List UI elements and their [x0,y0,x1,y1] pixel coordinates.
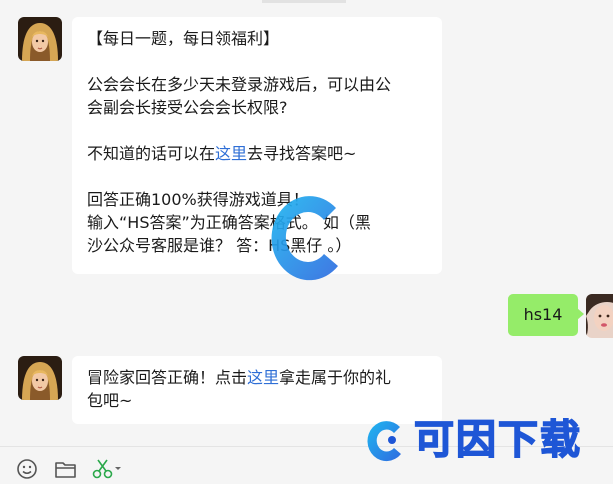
self-avatar[interactable] [586,294,613,338]
reward-line: 沙公众号客服是谁？ 答：HS黑仔 。） [87,236,352,255]
watermark-logo-icon [258,184,354,292]
result-line: 冒险家回答正确！点击这里拿走属于你的礼 [87,366,427,389]
reply-text: hs14 [523,305,563,324]
scissors-icon[interactable] [92,458,122,484]
emoji-icon[interactable] [16,458,38,484]
result-text: 冒险家回答正确！点击 [87,368,248,387]
result-line: 包吧~ [87,391,133,410]
hint-line: 不知道的话可以在这里去寻找答案吧~ [87,142,427,165]
message-bubble-question: 【每日一题，每日领福利】 公会会长在多少天未登录游戏后，可以由公 会副会长接受公… [72,17,442,274]
brand-logo-icon [367,421,401,462]
hint-text: 去寻找答案吧~ [247,144,357,163]
question-line: 会副会长接受公会会长权限? [87,98,288,117]
official-account-avatar[interactable] [18,17,62,61]
message-bubble-result: 冒险家回答正确！点击这里拿走属于你的礼 包吧~ [72,356,442,424]
brand-text: 可因下载 [413,416,582,464]
message-title: 【每日一题，每日领福利】 [87,29,280,48]
hint-text: 不知道的话可以在 [87,144,216,163]
reward-line: 输入“HS答案”为正确答案格式。 如（黑 [87,213,371,232]
gift-link[interactable]: 这里 [247,368,279,387]
reward-line: 回答正确100%获得游戏道具！ [87,190,309,209]
question-line: 公会会长在多少天未登录游戏后，可以由公 [87,75,392,94]
result-text: 拿走属于你的礼 [279,368,392,387]
top-scroll-indicator [262,0,346,3]
answer-link[interactable]: 这里 [215,144,247,163]
self-reply-bubble: hs14 [508,294,584,336]
brand-watermark: 可因下载 [362,415,582,465]
official-account-avatar[interactable] [18,356,62,400]
folder-icon[interactable] [54,458,78,484]
